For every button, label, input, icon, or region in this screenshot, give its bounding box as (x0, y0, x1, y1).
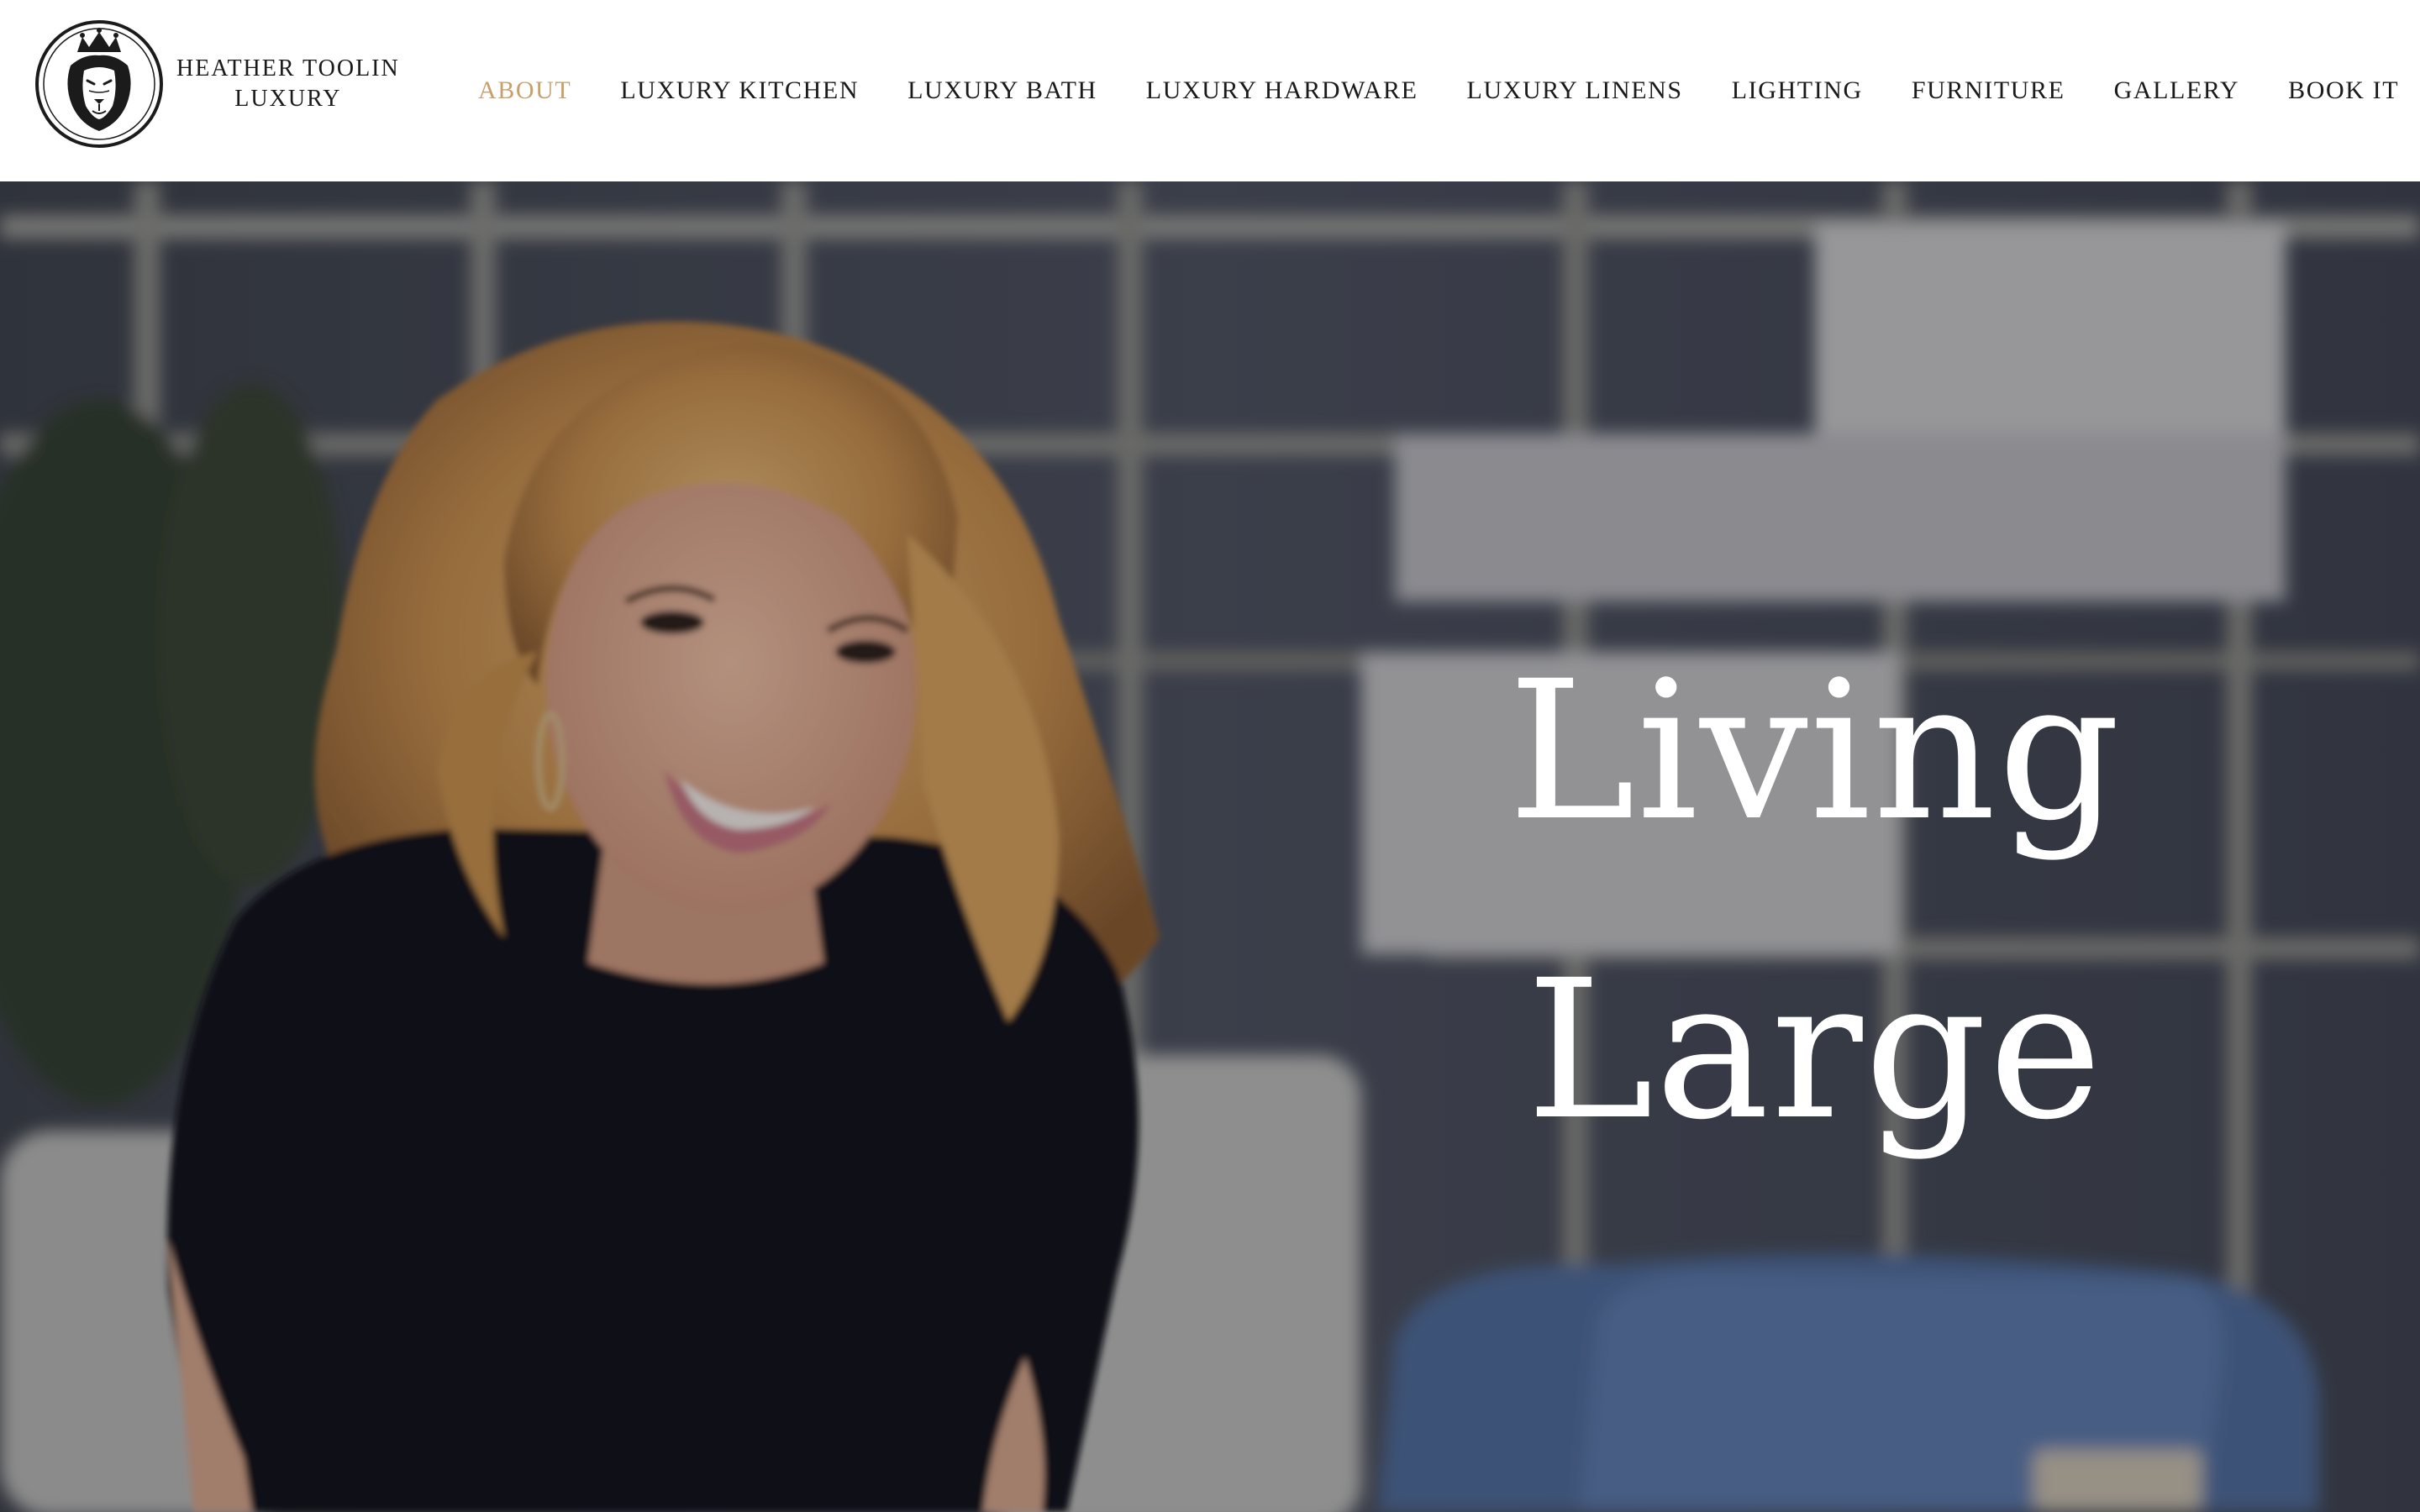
site-header: HEATHER TOOLIN LUXURY ABOUT LUXURY KITCH… (0, 0, 2420, 181)
lion-crown-icon (35, 20, 163, 148)
hero-heading-line1: Living (1507, 639, 2123, 863)
brand-name-line1: HEATHER TOOLIN (176, 55, 400, 81)
nav-item-luxury-hardware[interactable]: LUXURY HARDWARE (1146, 76, 1418, 105)
hero-heading-line2: Large (1526, 938, 2104, 1162)
nav-item-lighting[interactable]: LIGHTING (1732, 76, 1863, 105)
nav-item-about[interactable]: ABOUT (478, 76, 571, 105)
nav-item-book-it[interactable]: BOOK IT (2288, 76, 2399, 105)
nav-item-luxury-kitchen[interactable]: LUXURY KITCHEN (620, 76, 859, 105)
brand-logo-link[interactable]: HEATHER TOOLIN LUXURY (34, 18, 400, 150)
nav-item-luxury-linens[interactable]: LUXURY LINENS (1467, 76, 1683, 105)
nav-item-furniture[interactable]: FURNITURE (1912, 76, 2065, 105)
brand-name: HEATHER TOOLIN LUXURY (176, 54, 400, 114)
nav-item-luxury-bath[interactable]: LUXURY BATH (908, 76, 1097, 105)
hero-heading: Living Large (1428, 601, 2202, 1200)
brand-name-line2: LUXURY (234, 86, 342, 112)
hero-section: Living Large (0, 181, 2420, 1512)
main-nav: ABOUT LUXURY KITCHEN LUXURY BATH LUXURY … (478, 72, 2399, 109)
nav-item-gallery[interactable]: GALLERY (2114, 76, 2240, 105)
